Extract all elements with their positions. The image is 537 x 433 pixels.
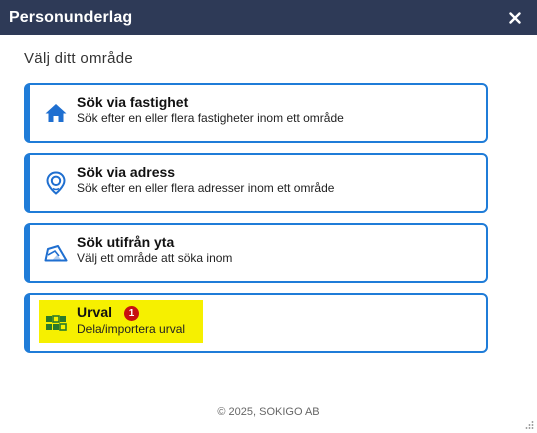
- home-icon: [45, 104, 67, 122]
- dialog-titlebar: Personunderlag: [0, 0, 537, 35]
- selection-grid-icon: [46, 315, 67, 331]
- resize-grip-icon[interactable]: [524, 420, 534, 430]
- option-search-property[interactable]: Sök via fastighet Sök efter en eller fle…: [24, 83, 488, 143]
- option-search-address[interactable]: Sök via adress Sök efter en eller flera …: [24, 153, 488, 213]
- option-label: Sök via fastighet: [77, 94, 189, 110]
- option-description: Välj ett område att söka inom: [77, 251, 233, 265]
- option-description: Sök efter en eller flera adresser inom e…: [77, 181, 335, 195]
- section-heading: Välj ditt område: [24, 50, 134, 67]
- close-button[interactable]: [505, 8, 525, 28]
- option-description: Sök efter en eller flera fastigheter ino…: [77, 111, 344, 125]
- option-description: Dela/importera urval: [77, 322, 186, 336]
- option-label: Sök utifrån yta: [77, 234, 175, 250]
- copyright-footer: © 2025, SOKIGO AB: [217, 406, 320, 418]
- dialog-title: Personunderlag: [9, 8, 133, 26]
- area-select-icon: [44, 245, 68, 262]
- option-selection[interactable]: Urval 1 Dela/importera urval: [24, 293, 488, 353]
- notification-badge: 1: [124, 306, 140, 321]
- option-search-area[interactable]: Sök utifrån yta Välj ett område att söka…: [24, 223, 488, 283]
- option-label: Sök via adress: [77, 164, 176, 180]
- option-label: Urval: [77, 304, 113, 320]
- location-pin-icon: [46, 171, 66, 195]
- close-icon: [509, 11, 521, 24]
- personunderlag-dialog: Personunderlag Välj ditt område Sök via …: [0, 0, 537, 433]
